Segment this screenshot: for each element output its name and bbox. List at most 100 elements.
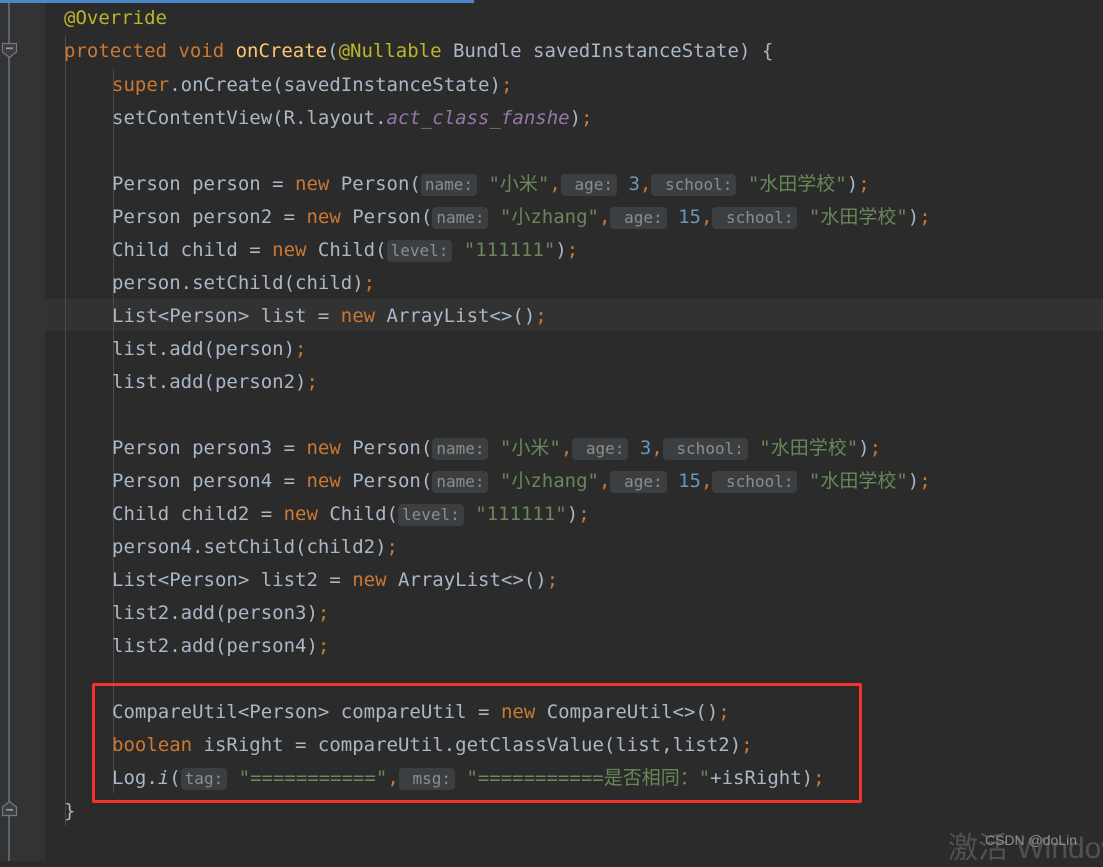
code-token-id: isRight = compareUtil.getClassValue(list… bbox=[203, 734, 742, 756]
code-token-id: Bundle savedInstanceState bbox=[441, 40, 739, 62]
code-line-1[interactable]: @Override bbox=[0, 2, 167, 35]
code-line-18[interactable]: List<Person> list2 = new ArrayList<>(); bbox=[0, 564, 558, 597]
code-editor[interactable]: @Override protected void onCreate(@Nullab… bbox=[0, 0, 1103, 865]
code-token-semi: ; bbox=[813, 767, 825, 789]
code-line-16[interactable]: Child child2 = new Child(level: "111111"… bbox=[0, 498, 590, 531]
code-token-str: "小米" bbox=[477, 173, 550, 195]
code-token-id: Person( bbox=[352, 206, 433, 228]
code-token-id: ArrayList<>() bbox=[397, 569, 547, 591]
parameter-hint-chip: name: bbox=[432, 471, 489, 493]
code-token-kw: new bbox=[500, 701, 547, 723]
code-token-semi: , bbox=[700, 470, 713, 492]
code-line-10[interactable]: List<Person> list = new ArrayList<>(); bbox=[0, 300, 547, 333]
code-line-21[interactable] bbox=[0, 663, 112, 696]
code-token-semi: ; bbox=[306, 371, 318, 393]
csdn-author-watermark: CSDN @doLin bbox=[985, 832, 1078, 848]
code-token-id: ) bbox=[907, 206, 920, 228]
code-token-kw: super bbox=[112, 74, 170, 96]
code-token-id: Person( bbox=[340, 173, 421, 195]
code-line-4[interactable]: setContentView(R.layout.act_class_fanshe… bbox=[0, 102, 592, 135]
code-token-id: list2.add(person3) bbox=[112, 602, 318, 624]
code-token-id: List<Person> list2 = bbox=[112, 569, 353, 591]
code-token-kw: new bbox=[306, 437, 353, 459]
code-token-str: "===========" bbox=[227, 767, 388, 789]
code-token-id: Child( bbox=[317, 239, 387, 261]
code-token-semi: ; bbox=[578, 503, 590, 525]
code-token-id: CompareUtil<Person> compareUtil = bbox=[112, 701, 501, 723]
code-line-6[interactable]: Person person = new Person(name: "小米", a… bbox=[0, 168, 870, 201]
code-token-id: ArrayList<>() bbox=[386, 305, 536, 327]
code-token-kw: new bbox=[272, 239, 318, 261]
code-token-num: 15 bbox=[666, 470, 701, 492]
code-token-id: list.add(person2) bbox=[112, 371, 307, 393]
code-token-id: ) bbox=[846, 173, 859, 195]
code-token-id: ) bbox=[566, 503, 579, 525]
code-line-8[interactable]: Child child = new Child(level: "111111")… bbox=[0, 234, 578, 267]
code-token-kw: new bbox=[295, 173, 341, 195]
code-line-20[interactable]: list2.add(person4); bbox=[0, 630, 329, 663]
code-line-5[interactable] bbox=[0, 135, 112, 168]
code-token-id: Log. bbox=[112, 767, 158, 789]
code-token-kw: new bbox=[340, 305, 387, 327]
code-token-semi: ; bbox=[566, 239, 579, 261]
code-token-punc: } bbox=[64, 800, 76, 822]
parameter-hint-chip: school: bbox=[651, 174, 737, 196]
code-line-19[interactable]: list2.add(person3); bbox=[0, 597, 329, 630]
parameter-hint-chip: school: bbox=[712, 207, 798, 229]
code-line-2[interactable]: protected void onCreate(@Nullable Bundle… bbox=[0, 35, 773, 68]
code-token-semi: ; bbox=[295, 338, 307, 360]
code-line-12[interactable]: list.add(person2); bbox=[0, 366, 318, 399]
code-token-str: "===========是否相同：" bbox=[454, 767, 711, 789]
code-line-17[interactable]: person4.setChild(child2); bbox=[0, 531, 398, 564]
code-token-kw: protected bbox=[64, 40, 179, 62]
code-text-area[interactable]: @Override protected void onCreate(@Nullab… bbox=[0, 0, 1103, 861]
code-line-22[interactable]: CompareUtil<Person> compareUtil = new Co… bbox=[0, 696, 730, 729]
parameter-hint-chip: age: bbox=[560, 174, 617, 196]
code-token-id: Person person = bbox=[112, 173, 296, 195]
parameter-hint-chip: age: bbox=[610, 207, 667, 229]
parameter-hint-chip: name: bbox=[432, 207, 489, 229]
code-token-anno: @Nullable bbox=[338, 40, 442, 62]
code-token-id: ) bbox=[858, 437, 870, 459]
parameter-hint-chip: level: bbox=[398, 504, 464, 526]
code-token-semi: ; bbox=[869, 437, 882, 459]
code-token-id: List<Person> list = bbox=[112, 305, 341, 327]
code-line-15[interactable]: Person person4 = new Person(name: "小zhan… bbox=[0, 465, 931, 498]
parameter-hint-chip: school: bbox=[712, 471, 798, 493]
code-token-semi: , bbox=[560, 437, 573, 459]
code-token-str: "小zhang" bbox=[488, 470, 599, 492]
code-token-anno: @Override bbox=[64, 7, 167, 29]
code-line-7[interactable]: Person person2 = new Person(name: "小zhan… bbox=[0, 201, 931, 234]
code-token-id: .onCreate(savedInstanceState) bbox=[169, 74, 501, 96]
code-token-id: Child child = bbox=[112, 239, 273, 261]
parameter-hint-chip: age: bbox=[610, 471, 667, 493]
code-token-semi: , bbox=[599, 206, 611, 228]
code-line-11[interactable]: list.add(person); bbox=[0, 333, 306, 366]
code-line-14[interactable]: Person person3 = new Person(name: "小米", … bbox=[0, 432, 881, 465]
code-token-semi: ; bbox=[919, 470, 931, 492]
code-line-3[interactable]: super.onCreate(savedInstanceState); bbox=[0, 69, 512, 102]
parameter-hint-chip: tag: bbox=[180, 768, 228, 790]
editor-tab-accent-rule bbox=[0, 0, 474, 3]
code-token-punc: ) { bbox=[738, 40, 774, 62]
code-token-id: Person person4 = bbox=[112, 470, 307, 492]
code-token-kw: new bbox=[306, 206, 353, 228]
code-line-24[interactable]: Log.i(tag: "===========", msg: "========… bbox=[0, 762, 825, 795]
code-token-semi: ; bbox=[581, 107, 593, 129]
code-token-semi: , bbox=[387, 767, 399, 789]
code-token-semi: ; bbox=[741, 734, 753, 756]
code-line-13[interactable] bbox=[0, 399, 112, 432]
code-line-23[interactable]: boolean isRight = compareUtil.getClassVa… bbox=[0, 729, 753, 762]
code-token-kw: boolean bbox=[112, 734, 204, 756]
code-token-semi: ; bbox=[317, 635, 330, 657]
code-token-id: Person( bbox=[352, 470, 433, 492]
parameter-hint-chip: name: bbox=[432, 438, 489, 460]
code-line-9[interactable]: person.setChild(child); bbox=[0, 267, 375, 300]
parameter-hint-chip: age: bbox=[572, 438, 629, 460]
code-token-id: list2.add(person4) bbox=[112, 635, 318, 657]
code-line-25[interactable]: } bbox=[0, 795, 75, 828]
parameter-hint-chip: msg: bbox=[398, 768, 455, 790]
code-token-str: "水田学校" bbox=[736, 173, 847, 195]
code-token-id: Child child2 = bbox=[112, 503, 284, 525]
code-token-str: "111111" bbox=[452, 239, 556, 261]
